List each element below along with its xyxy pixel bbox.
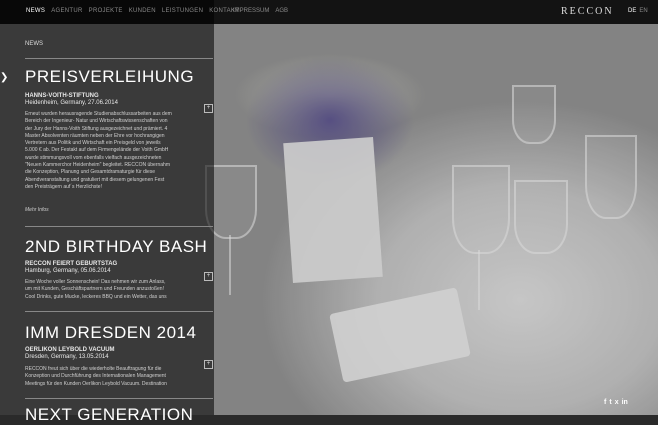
- brand-logo[interactable]: RECCON: [561, 6, 614, 17]
- news-location-date: Hamburg, Germany, 05.06.2014: [25, 268, 111, 274]
- xing-icon[interactable]: x: [615, 399, 619, 406]
- news-body: Eine Woche voller Sonnenschein! Das nehm…: [25, 279, 167, 300]
- divider: [25, 398, 213, 399]
- nav-item-projekte[interactable]: PROJEKTE: [89, 8, 123, 14]
- nav-item-kunden[interactable]: KUNDEN: [129, 8, 156, 14]
- news-body: RECCON freut sich über die wiederholte B…: [25, 366, 167, 387]
- expand-plus-icon[interactable]: +: [204, 272, 213, 281]
- image-shade: [214, 0, 658, 415]
- news-location-date: Heidenheim, Germany, 27.06.2014: [25, 100, 118, 106]
- main-nav: NEWS AGENTUR PROJEKTE KUNDEN LEISTUNGEN …: [26, 8, 239, 14]
- news-title[interactable]: NEXT GENERATION: [25, 405, 193, 425]
- secondary-nav: IMPRESSUM AGB: [233, 8, 288, 14]
- language-switcher: DE EN: [628, 8, 648, 14]
- lang-de[interactable]: DE: [628, 8, 636, 14]
- news-title[interactable]: PREISVERLEIHUNG: [25, 67, 194, 87]
- social-links: f t x in: [604, 399, 628, 406]
- facebook-icon[interactable]: f: [604, 399, 606, 406]
- divider: [25, 311, 213, 312]
- divider: [25, 58, 213, 59]
- news-meta: RECCON FEIERT GEBURTSTAG Hamburg, German…: [25, 261, 117, 275]
- news-title[interactable]: IMM DRESDEN 2014: [25, 323, 196, 343]
- nav-item-impressum[interactable]: IMPRESSUM: [233, 8, 269, 14]
- more-info-link[interactable]: Mehr Infos: [25, 207, 49, 213]
- news-body: Erneut wurden herausragende Studienabsch…: [25, 111, 172, 190]
- nav-item-agentur[interactable]: AGENTUR: [51, 8, 82, 14]
- top-navigation-bar: NEWS AGENTUR PROJEKTE KUNDEN LEISTUNGEN …: [0, 0, 658, 24]
- divider: [25, 226, 213, 227]
- news-subtitle: RECCON FEIERT GEBURTSTAG: [25, 261, 118, 267]
- news-title[interactable]: 2ND BIRTHDAY BASH: [25, 237, 207, 257]
- section-label: NEWS: [25, 41, 43, 47]
- twitter-icon[interactable]: t: [609, 399, 611, 406]
- expand-plus-icon[interactable]: +: [204, 104, 213, 113]
- lang-en[interactable]: EN: [639, 8, 647, 14]
- active-item-arrow-icon: ❯: [0, 72, 9, 83]
- news-meta: HANNS-VOITH-STIFTUNG Heidenheim, Germany…: [25, 93, 118, 107]
- expand-plus-icon[interactable]: +: [204, 360, 213, 369]
- linkedin-icon[interactable]: in: [622, 399, 628, 406]
- nav-item-agb[interactable]: AGB: [275, 8, 288, 14]
- news-subtitle: OERLIKON LEYBOLD VACUUM: [25, 347, 115, 353]
- nav-item-leistungen[interactable]: LEISTUNGEN: [162, 8, 203, 14]
- news-subtitle: HANNS-VOITH-STIFTUNG: [25, 93, 99, 99]
- news-location-date: Dresden, Germany, 13.05.2014: [25, 354, 109, 360]
- nav-item-news[interactable]: NEWS: [26, 8, 45, 14]
- news-meta: OERLIKON LEYBOLD VACUUM Dresden, Germany…: [25, 347, 115, 361]
